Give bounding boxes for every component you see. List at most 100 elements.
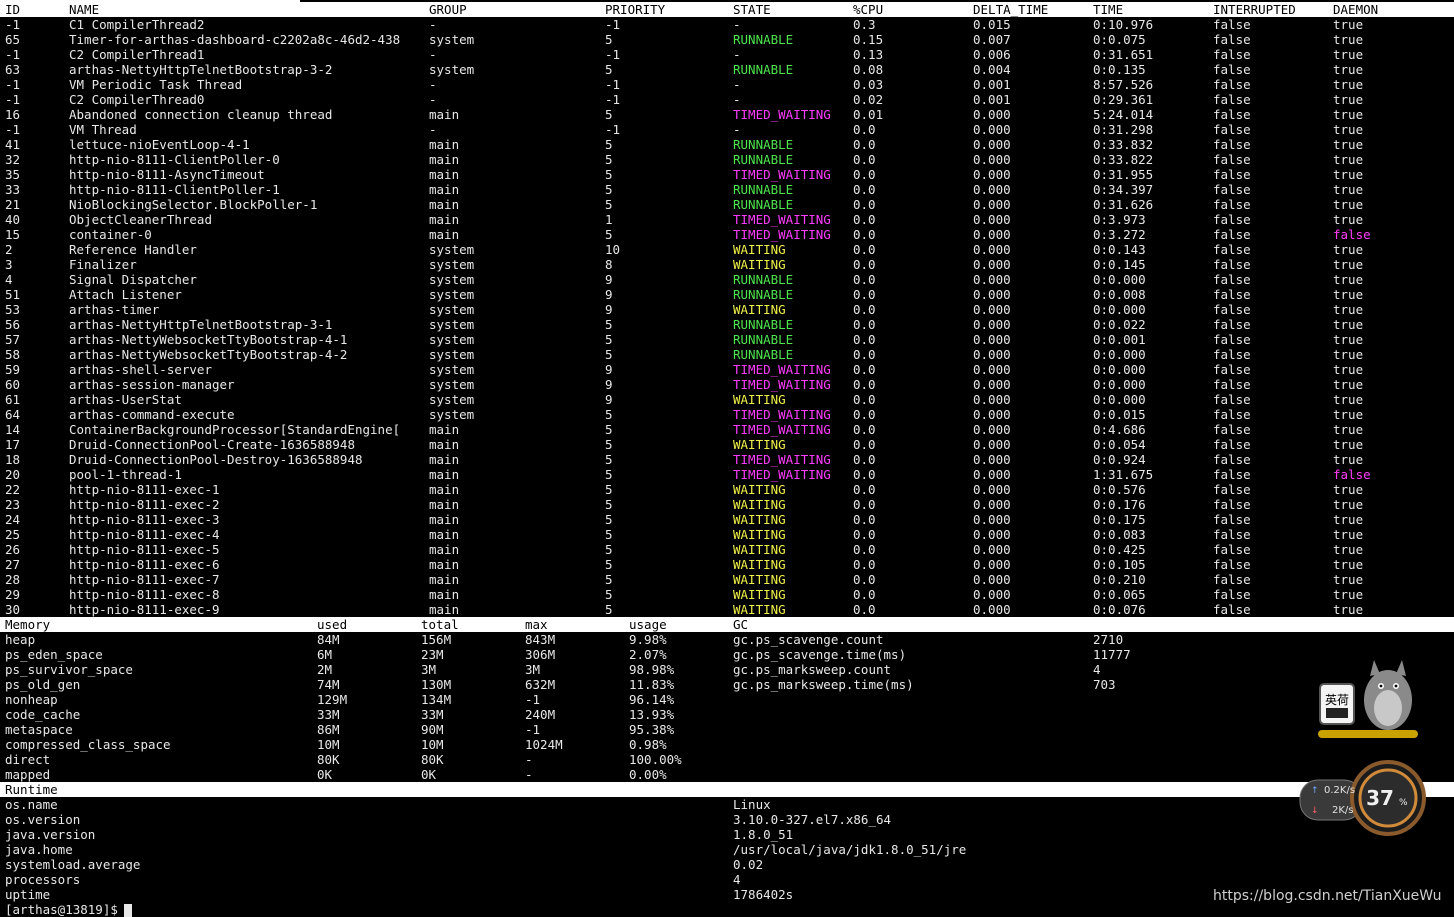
header-memory-used: used — [317, 617, 348, 632]
thread-col-group: system — [429, 32, 475, 47]
thread-col-time: 0:0.008 — [1093, 287, 1146, 302]
thread-col-cpu: 0.15 — [853, 32, 884, 47]
thread-col-cpu: 0.3 — [853, 17, 876, 32]
thread-row: 33 http-nio-8111-ClientPoller-1 main 5 RUNNA… — [0, 182, 1454, 197]
header-col-interrupted: INTERRUPTED — [1213, 2, 1296, 17]
thread-col-state: RUNNABLE — [733, 287, 794, 302]
thread-col-time: 0:0.000 — [1093, 362, 1146, 377]
thread-col-priority: 5 — [605, 32, 613, 47]
thread-col-id: 32 — [5, 152, 21, 167]
system-monitor-widget[interactable]: ↑ ↓ 0.2K/s 2K/s 37 % — [1298, 752, 1433, 848]
thread-col-group: main — [429, 572, 460, 587]
thread-col-interrupted: false — [1213, 77, 1251, 92]
runtime-key: uptime — [5, 887, 51, 902]
thread-col-delta-time: 0.000 — [973, 497, 1011, 512]
thread-col-id: 23 — [5, 497, 21, 512]
thread-col-group: system — [429, 257, 475, 272]
thread-col-delta-time: 0.001 — [973, 77, 1011, 92]
thread-col-delta-time: 0.001 — [973, 92, 1011, 107]
thread-row: -1 C1 CompilerThread2 - -1 - 0.3 0.015 0:10.976… — [0, 17, 1454, 32]
thread-col-time: 0:0.001 — [1093, 332, 1146, 347]
thread-col-daemon: true — [1333, 422, 1364, 437]
thread-col-cpu: 0.0 — [853, 317, 876, 332]
thread-col-id: 41 — [5, 137, 21, 152]
thread-col-time: 0:0.075 — [1093, 32, 1146, 47]
thread-col-state: TIMED_WAITING — [733, 362, 831, 377]
header-memory-name: Memory — [5, 617, 51, 632]
thread-col-group: - — [429, 122, 437, 137]
memory-table-header: Memory used total max usage GC — [0, 617, 1454, 632]
thread-col-cpu: 0.03 — [853, 77, 884, 92]
memory-usage: 100.00% — [629, 752, 682, 767]
thread-col-group: main — [429, 497, 460, 512]
thread-col-id: 4 — [5, 272, 13, 287]
thread-col-cpu: 0.0 — [853, 137, 876, 152]
thread-col-priority: 5 — [605, 182, 613, 197]
runtime-header: Runtime — [0, 782, 1454, 797]
thread-col-interrupted: false — [1213, 272, 1251, 287]
runtime-value: 4 — [733, 872, 741, 887]
memory-row: mapped 0K 0K - 0.00% — [0, 767, 1454, 782]
gc-metric-value: 4 — [1093, 662, 1101, 677]
thread-col-time: 0:10.976 — [1093, 17, 1154, 32]
thread-col-time: 0:4.686 — [1093, 422, 1146, 437]
runtime-value: /usr/local/java/jdk1.8.0_51/jre — [733, 842, 967, 857]
thread-col-priority: 5 — [605, 167, 613, 182]
thread-col-id: 28 — [5, 572, 21, 587]
thread-col-interrupted: false — [1213, 182, 1251, 197]
thread-col-priority: 5 — [605, 497, 613, 512]
thread-col-cpu: 0.13 — [853, 47, 884, 62]
thread-row: 53 arthas-timer system 9 WAITING 0.0 0.000 0:0.… — [0, 302, 1454, 317]
thread-col-group: main — [429, 527, 460, 542]
thread-col-cpu: 0.0 — [853, 182, 876, 197]
thread-col-name: lettuce-nioEventLoop-4-1 — [69, 137, 250, 152]
thread-col-group: main — [429, 482, 460, 497]
thread-col-group: system — [429, 392, 475, 407]
thread-row: 26 http-nio-8111-exec-5 main 5 WAITING 0.0 0.0… — [0, 542, 1454, 557]
thread-col-delta-time: 0.000 — [973, 512, 1011, 527]
thread-col-daemon: true — [1333, 557, 1364, 572]
thread-col-name: Druid-ConnectionPool-Destroy-1636588948 — [69, 452, 363, 467]
thread-col-id: -1 — [5, 47, 21, 62]
thread-col-time: 0:0.000 — [1093, 347, 1146, 362]
memory-name: mapped — [5, 767, 51, 782]
thread-col-time: 0:0.105 — [1093, 557, 1146, 572]
thread-col-time: 0:0.083 — [1093, 527, 1146, 542]
memory-row: ps_survivor_space 2M 3M 3M 98.98% gc.ps_marks… — [0, 662, 1454, 677]
thread-col-time: 1:31.675 — [1093, 467, 1154, 482]
thread-col-name: http-nio-8111-exec-6 — [69, 557, 220, 572]
gc-metric-name: gc.ps_scavenge.count — [733, 632, 884, 647]
header-col-group: GROUP — [429, 2, 467, 17]
thread-col-priority: 8 — [605, 257, 613, 272]
thread-col-state: TIMED_WAITING — [733, 452, 831, 467]
thread-col-daemon: true — [1333, 362, 1364, 377]
thread-col-time: 0:3.272 — [1093, 227, 1146, 242]
thread-col-cpu: 0.0 — [853, 152, 876, 167]
thread-col-daemon: true — [1333, 317, 1364, 332]
thread-col-name: http-nio-8111-exec-3 — [69, 512, 220, 527]
thread-col-name: Finalizer — [69, 257, 137, 272]
thread-col-group: system — [429, 362, 475, 377]
thread-col-time: 0:0.175 — [1093, 512, 1146, 527]
thread-col-priority: 9 — [605, 362, 613, 377]
thread-col-interrupted: false — [1213, 62, 1251, 77]
runtime-key: java.home — [5, 842, 73, 857]
runtime-key: os.name — [5, 797, 58, 812]
thread-col-group: system — [429, 407, 475, 422]
memory-usage: 2.07% — [629, 647, 667, 662]
thread-col-group: main — [429, 467, 460, 482]
thread-col-time: 0:31.626 — [1093, 197, 1154, 212]
thread-col-cpu: 0.0 — [853, 512, 876, 527]
memory-name: ps_survivor_space — [5, 662, 133, 677]
thread-col-state: WAITING — [733, 572, 786, 587]
thread-col-interrupted: false — [1213, 47, 1251, 62]
memory-total: 90M — [421, 722, 444, 737]
shell-prompt[interactable]: [arthas@13819]$ — [5, 902, 132, 917]
thread-col-state: - — [733, 92, 741, 107]
thread-col-name: http-nio-8111-exec-2 — [69, 497, 220, 512]
thread-row: 22 http-nio-8111-exec-1 main 5 WAITING 0.0 0.0… — [0, 482, 1454, 497]
thread-col-daemon: true — [1333, 17, 1364, 32]
thread-col-interrupted: false — [1213, 527, 1251, 542]
memory-usage: 0.98% — [629, 737, 667, 752]
memory-row: compressed_class_space 10M 10M 1024M 0.98% — [0, 737, 1454, 752]
